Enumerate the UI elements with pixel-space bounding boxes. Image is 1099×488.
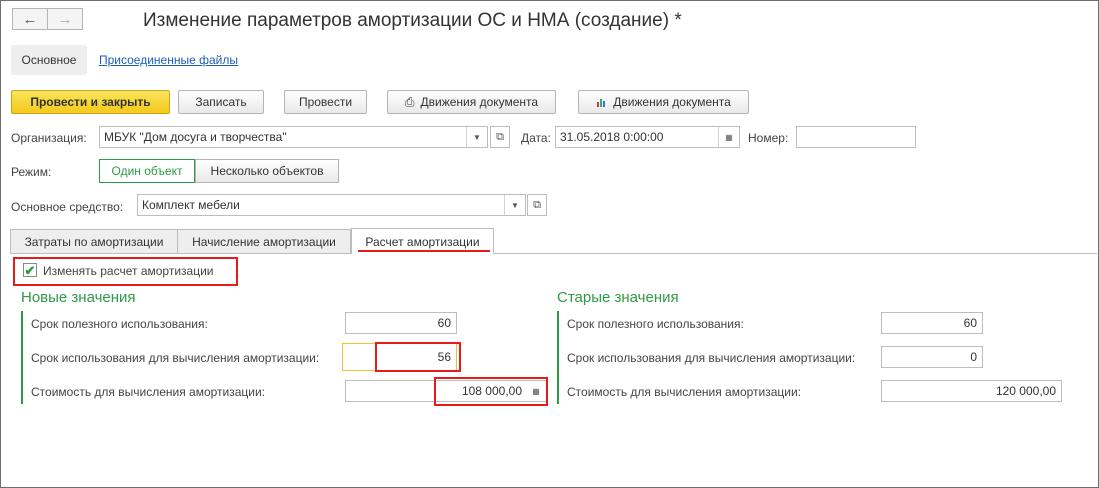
movements-report-button[interactable]: Движения документа — [578, 90, 749, 114]
post-button[interactable]: Провести — [284, 90, 367, 114]
number-label: Номер: — [748, 131, 789, 145]
date-label: Дата: — [521, 131, 551, 145]
nav-tab-attached-files[interactable]: Присоединенные файлы — [99, 53, 238, 67]
date-value: 31.05.2018 0:00:00 — [560, 130, 664, 144]
old-cost-value: 120 000,00 — [995, 384, 1056, 398]
old-calc-life-field[interactable]: 0 — [881, 346, 983, 368]
save-button[interactable]: Записать — [178, 90, 264, 114]
change-calculation-label: Изменять расчет амортизации — [43, 264, 214, 278]
arrow-right-icon: → — [57, 10, 73, 28]
chevron-down-icon[interactable]: ▼ — [504, 195, 525, 215]
old-useful-life-field[interactable]: 60 — [881, 312, 983, 334]
asset-value: Комплект мебели — [142, 198, 240, 212]
old-cost-label: Стоимость для вычисления амортизации: — [567, 385, 802, 399]
old-calc-life-value: 0 — [970, 350, 977, 364]
old-values-bar — [557, 311, 559, 404]
new-values-bar — [21, 311, 23, 404]
calendar-icon[interactable]: ▦ — [718, 127, 739, 147]
new-calc-life-label: Срок использования для вычисления аморти… — [31, 351, 320, 365]
cost-highlight — [434, 377, 548, 406]
active-tab-underline — [358, 250, 490, 252]
mode-single-object[interactable]: Один объект — [99, 159, 195, 183]
asset-label: Основное средство: — [11, 200, 124, 214]
old-values-title: Старые значения — [557, 289, 679, 306]
open-asset-button[interactable]: ⧉ — [527, 194, 547, 216]
mode-multiple-objects[interactable]: Несколько объектов — [195, 159, 339, 183]
new-useful-life-field[interactable]: 60 — [345, 312, 457, 334]
asset-field[interactable]: Комплект мебели ▼ — [137, 194, 526, 216]
nav-tab-main[interactable]: Основное — [11, 45, 87, 75]
movements-print-label: Движения документа — [420, 95, 539, 109]
checkmark-icon: ✔ — [24, 262, 36, 278]
change-calculation-checkbox[interactable]: ✔ — [23, 263, 37, 277]
old-useful-life-label: Срок полезного использования: — [567, 317, 744, 331]
arrow-left-icon: ← — [22, 10, 38, 28]
org-field[interactable]: МБУК "Дом досуга и творчества" ▼ — [99, 126, 488, 148]
new-cost-label: Стоимость для вычисления амортизации: — [31, 385, 266, 399]
tab-depreciation-accrual[interactable]: Начисление амортизации — [177, 229, 351, 253]
page-title: Изменение параметров амортизации ОС и НМ… — [143, 10, 682, 31]
nav-tab-main-label: Основное — [21, 53, 77, 67]
tabs-divider — [10, 253, 1097, 254]
calc-life-highlight — [375, 342, 461, 372]
old-useful-life-value: 60 — [963, 316, 977, 330]
old-calc-life-label: Срок использования для вычисления аморти… — [567, 351, 856, 365]
new-useful-life-value: 60 — [437, 316, 451, 330]
chevron-down-icon[interactable]: ▼ — [466, 127, 487, 147]
org-value: МБУК "Дом досуга и творчества" — [104, 130, 287, 144]
movements-report-label: Движения документа — [613, 95, 731, 109]
new-values-title: Новые значения — [21, 289, 136, 306]
open-form-icon: ⧉ — [533, 198, 541, 211]
printer-icon: ⎙ — [404, 94, 415, 109]
post-and-close-button[interactable]: Провести и закрыть — [11, 90, 170, 114]
back-button[interactable]: ← — [12, 8, 48, 30]
forward-button[interactable]: → — [47, 8, 83, 30]
number-field[interactable] — [796, 126, 916, 148]
report-chart-icon — [596, 97, 607, 108]
movements-print-button[interactable]: ⎙ Движения документа — [387, 90, 556, 114]
tab-depreciation-costs[interactable]: Затраты по амортизации — [10, 229, 178, 253]
mode-label: Режим: — [11, 165, 52, 179]
open-org-button[interactable]: ⧉ — [490, 126, 510, 148]
date-field[interactable]: 31.05.2018 0:00:00 ▦ — [555, 126, 740, 148]
new-useful-life-label: Срок полезного использования: — [31, 317, 208, 331]
org-label: Организация: — [11, 131, 87, 145]
open-form-icon: ⧉ — [496, 130, 504, 143]
old-cost-field[interactable]: 120 000,00 — [881, 380, 1062, 402]
